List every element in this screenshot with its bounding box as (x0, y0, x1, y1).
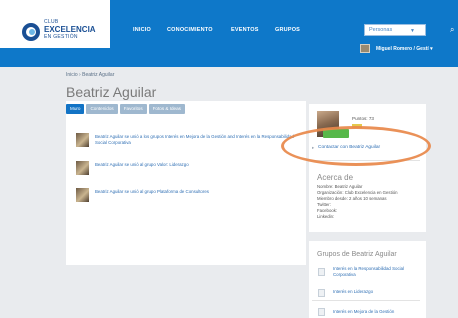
about-line: Facebook: (317, 208, 338, 213)
about-line: Miembro desde: 2 años 10 semanas (317, 196, 387, 201)
activity-text[interactable]: Beatriz Aguilar se unió al grupo Valor: … (95, 162, 295, 168)
activity-card (66, 101, 306, 265)
divider (312, 300, 420, 301)
about-line: Twitter: (317, 202, 331, 207)
logo-line-2: EXCELENCIA (44, 25, 96, 34)
search-scope-label: Personas (369, 27, 393, 33)
group-link[interactable]: Interés en la Responsabilidad Social Cor… (333, 266, 419, 278)
nav-item-inicio[interactable]: INICIO (133, 27, 151, 33)
tab-muro[interactable]: Muro (66, 104, 85, 114)
chevron-down-icon: ▼ (410, 28, 415, 34)
about-line: Organización: Club Excelencia en Gestión (317, 190, 398, 195)
activity-avatar[interactable] (76, 133, 89, 147)
about-line: Linkedin: (317, 214, 335, 219)
breadcrumb[interactable]: Inicio › Beatriz Aguilar (66, 72, 114, 78)
highlight-ellipse (281, 126, 431, 166)
tab-favoritos[interactable]: Favoritos (119, 104, 147, 114)
groups-title: Grupos de Beatriz Aguilar (317, 251, 397, 258)
points-label: Puntos: 73 (352, 116, 374, 121)
group-icon[interactable] (318, 289, 325, 297)
nav-item-eventos[interactable]: EVENTOS (231, 27, 259, 33)
tab-contenidos[interactable]: Contenidos (86, 104, 118, 114)
group-link[interactable]: Interés en Liderazgo (333, 289, 419, 295)
about-line: Nombre: Beatriz Aguilar (317, 184, 363, 189)
group-link[interactable]: Interés en Mejora de la Gestión (333, 309, 419, 315)
nav-item-conocimiento[interactable]: CONOCIMIENTO (167, 27, 213, 33)
search-icon[interactable]: ⌕ (450, 25, 454, 35)
page-title: Beatriz Aguilar (66, 84, 157, 100)
activity-avatar[interactable] (76, 161, 89, 175)
tab-fotos-ideas[interactable]: Fotos & Ideas (148, 104, 185, 114)
logo-line-3: EN GESTIÓN (44, 34, 78, 40)
user-menu[interactable]: Miguel Romero / Gestí ▾ (376, 46, 433, 52)
nav-item-grupos[interactable]: GRUPOS (275, 27, 300, 33)
logo[interactable]: CLUB EXCELENCIA EN GESTIÓN (0, 0, 110, 48)
logo-mark-icon (22, 23, 40, 41)
group-icon[interactable] (318, 308, 325, 316)
profile-tabs: Muro Contenidos Favoritos Fotos & Ideas (66, 104, 185, 114)
activity-text[interactable]: Beatriz Aguilar se unió a los grupos Int… (95, 134, 295, 146)
user-avatar[interactable] (360, 44, 370, 53)
about-title: Acerca de (317, 173, 354, 182)
search-scope-select[interactable]: Personas ▼ (364, 24, 426, 36)
activity-text[interactable]: Beatriz Aguilar se unió al grupo Platafo… (95, 189, 295, 195)
activity-avatar[interactable] (76, 188, 89, 202)
group-icon[interactable] (318, 268, 325, 276)
